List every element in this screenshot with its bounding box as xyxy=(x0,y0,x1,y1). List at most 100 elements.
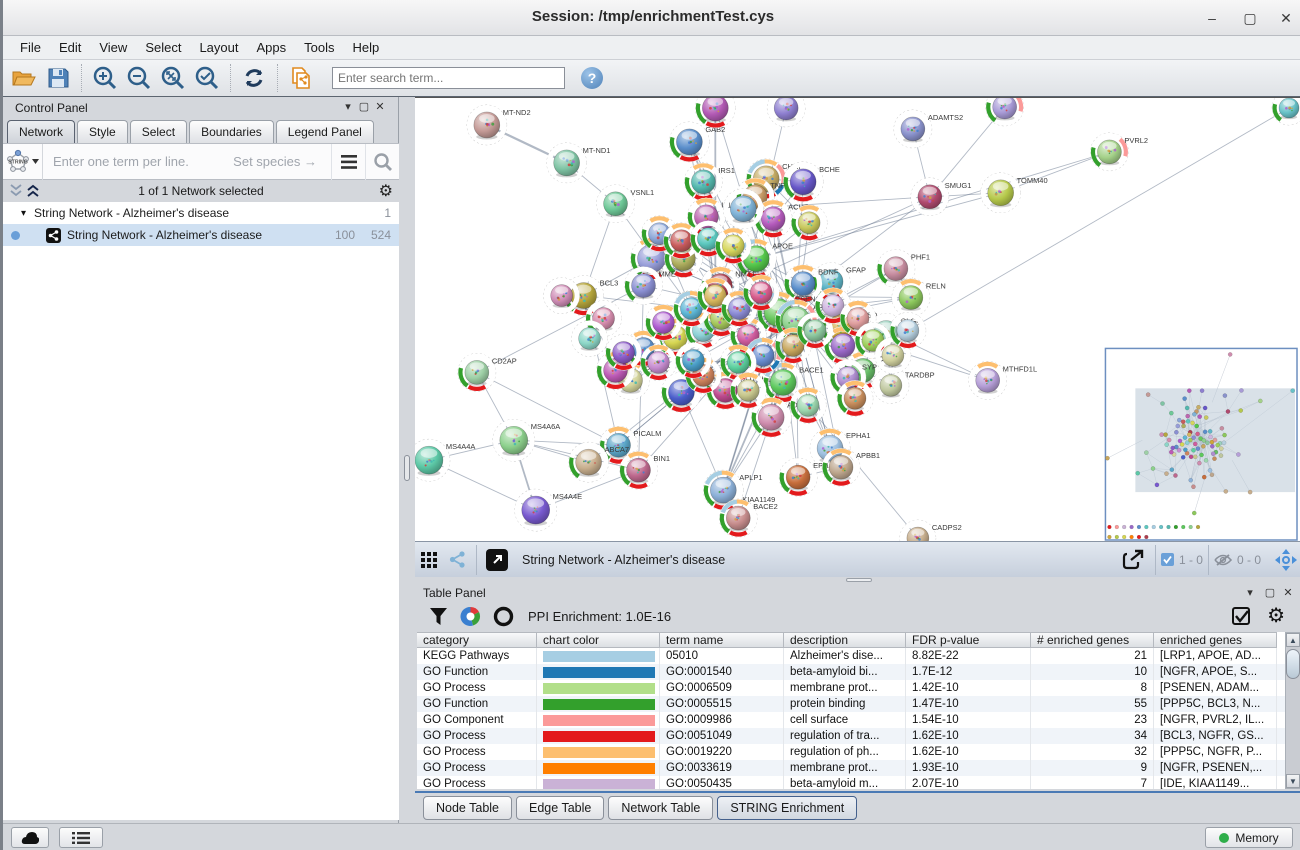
save-session-button[interactable] xyxy=(41,62,75,94)
zoom-selected-button[interactable] xyxy=(190,62,224,94)
open-in-window-button[interactable] xyxy=(482,544,512,576)
menu-tools[interactable]: Tools xyxy=(295,38,343,57)
network-node[interactable]: TARDBP xyxy=(873,367,935,403)
network-node[interactable] xyxy=(791,205,827,241)
menu-layout[interactable]: Layout xyxy=(190,38,247,57)
network-node[interactable]: APBB1 xyxy=(822,448,880,486)
network-node[interactable]: GAB2 xyxy=(669,122,725,162)
network-collection-row[interactable]: ▾ String Network - Alzheimer's disease 1 xyxy=(3,202,399,224)
table-row[interactable]: GO ProcessGO:0019220regulation of ph...1… xyxy=(417,744,1287,760)
splitter-grip[interactable] xyxy=(404,455,410,481)
table-row[interactable]: GO ComponentGO:0009986cell surface1.54E-… xyxy=(417,712,1287,728)
gear-icon[interactable]: ⚙ xyxy=(379,181,393,201)
column-header[interactable]: category xyxy=(417,632,537,648)
table-row[interactable]: GO ProcessGO:0051049regulation of tra...… xyxy=(417,728,1287,744)
tab-style[interactable]: Style xyxy=(77,120,128,143)
network-node[interactable] xyxy=(695,97,735,128)
export-network-button[interactable] xyxy=(1116,544,1150,576)
panel-close-icon[interactable]: ✕ xyxy=(1281,586,1295,599)
column-header[interactable]: enriched genes xyxy=(1154,632,1277,648)
column-header[interactable]: # enriched genes xyxy=(1031,632,1154,648)
birds-eye-view[interactable] xyxy=(1105,348,1297,540)
gear-icon[interactable]: ⚙ xyxy=(1267,603,1285,628)
network-node[interactable]: TOMM40 xyxy=(981,173,1048,213)
table-row[interactable]: GO FunctionGO:0005515protein binding1.47… xyxy=(417,696,1287,712)
tab-boundaries[interactable]: Boundaries xyxy=(189,120,274,143)
string-protein-query-button[interactable]: STRING xyxy=(3,144,43,180)
string-search-button[interactable] xyxy=(365,144,399,180)
menu-view[interactable]: View xyxy=(90,38,136,57)
network-view-canvas[interactable]: MT-ND2 MT-ND1VSNL1 GAB2IRS1 ADAMTS2 PVRL2 TOM… xyxy=(415,97,1300,541)
open-session-button[interactable] xyxy=(7,62,41,94)
help-button[interactable]: ? xyxy=(581,67,603,89)
panel-menu-icon[interactable]: ▾ xyxy=(341,100,355,113)
zoom-in-button[interactable] xyxy=(88,62,122,94)
table-row[interactable]: GO FunctionGO:0001540beta-amyloid bi...1… xyxy=(417,664,1287,680)
network-node[interactable]: RELN xyxy=(892,279,946,317)
network-node[interactable]: MTHFD1L xyxy=(969,361,1037,399)
table-scrollbar[interactable]: ▲ ▼ xyxy=(1285,632,1300,789)
tab-edge-table[interactable]: Edge Table xyxy=(516,796,604,820)
ring-chart-icon[interactable] xyxy=(493,606,514,627)
network-node[interactable] xyxy=(767,97,805,127)
network-node[interactable]: MS4A4A xyxy=(415,439,475,481)
zoom-out-button[interactable] xyxy=(122,62,156,94)
close-button[interactable]: ✕ xyxy=(1277,9,1295,27)
tab-network-table[interactable]: Network Table xyxy=(608,796,713,820)
network-node[interactable]: BACE2 xyxy=(719,499,777,537)
network-node[interactable]: MT-ND1 xyxy=(547,143,611,183)
network-node[interactable]: BIN1 xyxy=(620,451,671,489)
network-node[interactable]: MME xyxy=(625,267,676,305)
memory-button[interactable]: Memory xyxy=(1205,827,1293,848)
tab-network[interactable]: Network xyxy=(7,120,75,143)
menu-file[interactable]: File xyxy=(11,38,50,57)
menu-apps[interactable]: Apps xyxy=(248,38,296,57)
column-header[interactable]: description xyxy=(784,632,906,648)
enrichment-chart-icon[interactable] xyxy=(460,606,481,627)
menu-edit[interactable]: Edit xyxy=(50,38,90,57)
tab-select[interactable]: Select xyxy=(130,120,187,143)
welcome-screen-button[interactable] xyxy=(11,827,49,848)
network-node[interactable] xyxy=(986,97,1024,126)
maximize-button[interactable]: ▢ xyxy=(1241,9,1259,27)
menu-help[interactable]: Help xyxy=(344,38,389,57)
network-node[interactable]: MS4A6A xyxy=(493,419,560,461)
refresh-button[interactable] xyxy=(237,62,271,94)
splitter-grip[interactable] xyxy=(846,578,872,582)
column-header[interactable]: term name xyxy=(660,632,784,648)
table-row[interactable]: GO ProcessGO:0033619membrane prot...1.93… xyxy=(417,760,1287,776)
select-all-button[interactable] xyxy=(1232,607,1251,626)
network-node[interactable]: CADPS2 xyxy=(900,520,962,541)
share-view-button[interactable] xyxy=(443,544,471,576)
tab-string-enrichment[interactable]: STRING Enrichment xyxy=(717,796,857,820)
set-species-label[interactable]: Set species → xyxy=(233,154,331,169)
scroll-up-button[interactable]: ▲ xyxy=(1286,633,1300,647)
grid-view-button[interactable] xyxy=(415,544,443,576)
network-node[interactable]: IRS1 xyxy=(684,163,735,201)
menu-select[interactable]: Select xyxy=(136,38,190,57)
panel-menu-icon[interactable]: ▾ xyxy=(1243,586,1257,599)
vertical-splitter[interactable] xyxy=(399,97,415,823)
navigator-toggle-button[interactable] xyxy=(1269,544,1300,576)
network-node[interactable]: MT-ND2 xyxy=(467,105,531,145)
network-node[interactable]: CD2AP xyxy=(458,353,517,391)
network-node[interactable]: VSNL1 xyxy=(597,185,655,223)
panel-close-icon[interactable]: ✕ xyxy=(373,100,387,113)
panel-float-icon[interactable]: ▢ xyxy=(357,100,371,113)
network-node[interactable]: BCHE xyxy=(783,162,840,202)
network-row-selected[interactable]: String Network - Alzheimer's disease 100… xyxy=(3,224,399,246)
table-row[interactable]: GO ProcessGO:0006509membrane prot...1.42… xyxy=(417,680,1287,696)
table-row[interactable]: KEGG Pathways05010Alzheimer's dise...8.8… xyxy=(417,648,1287,664)
network-node[interactable] xyxy=(1272,97,1300,125)
scroll-down-button[interactable]: ▼ xyxy=(1286,774,1300,788)
network-node[interactable]: MS4A4E xyxy=(515,489,582,531)
tree-expander-icon[interactable]: ▾ xyxy=(21,208,26,219)
network-node[interactable]: PVRL2 xyxy=(1090,133,1148,171)
network-node[interactable]: ADAMTS2 xyxy=(894,110,963,148)
table-row[interactable]: GO ProcessGO:0050435beta-amyloid m...2.0… xyxy=(417,776,1287,789)
tab-legend-panel[interactable]: Legend Panel xyxy=(276,120,374,143)
tab-node-table[interactable]: Node Table xyxy=(423,796,512,820)
column-header[interactable]: chart color xyxy=(537,632,660,648)
panel-float-icon[interactable]: ▢ xyxy=(1263,586,1277,599)
column-header[interactable]: FDR p-value xyxy=(906,632,1031,648)
